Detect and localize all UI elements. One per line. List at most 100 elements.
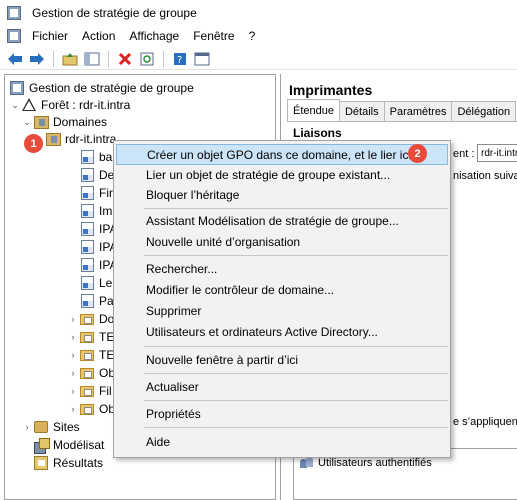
menu-item-modeling-wizard[interactable]: Assistant Modélisation de stratégie de g… bbox=[116, 210, 448, 231]
gpo-link-icon bbox=[79, 293, 95, 309]
menu-item-link-existing-gpo[interactable]: Lier un objet de stratégie de groupe exi… bbox=[116, 164, 448, 185]
tree-item-ou[interactable]: › TE bbox=[67, 328, 115, 346]
tree-item-gpo-link[interactable]: ba bbox=[79, 148, 112, 166]
menu-separator bbox=[144, 208, 448, 209]
chevron-right-icon[interactable]: › bbox=[21, 422, 33, 432]
tree-item-gpo-link[interactable]: De bbox=[79, 166, 114, 184]
tab-divider bbox=[287, 121, 517, 122]
ou-folder-icon bbox=[79, 329, 95, 345]
menu-item-aduc[interactable]: Utilisateurs et ordinateurs Active Direc… bbox=[116, 321, 448, 342]
chevron-right-icon[interactable]: › bbox=[67, 368, 79, 378]
gpo-folder-icon bbox=[79, 365, 95, 381]
tree-item-gpo-link[interactable]: Im bbox=[79, 202, 112, 220]
domains-folder-icon bbox=[33, 114, 49, 130]
menu-item-create-gpo[interactable]: Créer un objet GPO dans ce domaine, et l… bbox=[116, 144, 448, 165]
menu-fenetre[interactable]: Fenêtre bbox=[193, 29, 234, 43]
tab-parametres[interactable]: Paramètres bbox=[383, 101, 453, 121]
forward-arrow-icon[interactable] bbox=[28, 50, 46, 68]
tree-node-forest[interactable]: ⌄ Forêt : rdr-it.intra bbox=[9, 96, 130, 114]
location-select[interactable]: rdr-it.intra bbox=[477, 144, 517, 162]
tree-item-gpo-link[interactable]: Fir bbox=[79, 184, 113, 202]
tree-label: ba bbox=[99, 150, 113, 164]
gpo-link-icon bbox=[79, 203, 95, 219]
location-label: ent : bbox=[453, 148, 475, 160]
step-badge-2: 2 bbox=[408, 144, 427, 163]
links-section-title: Liaisons bbox=[293, 126, 342, 140]
menu-item-delete[interactable]: Supprimer bbox=[116, 300, 448, 321]
console-menu-icon[interactable] bbox=[6, 28, 22, 44]
menu-item-change-dc[interactable]: Modifier le contrôleur de domaine... bbox=[116, 279, 448, 300]
menu-action[interactable]: Action bbox=[82, 29, 115, 43]
tree-item-gpo-link[interactable]: IPA bbox=[79, 256, 117, 274]
tree-item-gpo-link[interactable]: IPA bbox=[79, 220, 117, 238]
menu-help[interactable]: ? bbox=[249, 29, 256, 43]
tree-node-modeling[interactable]: Modélisat bbox=[33, 436, 104, 454]
tree-item-gpo-container[interactable]: › Ob bbox=[67, 364, 116, 382]
folder-up-icon[interactable] bbox=[61, 50, 79, 68]
gpo-link-icon bbox=[79, 221, 95, 237]
tree-item-gpo-link[interactable]: Pa bbox=[79, 292, 114, 310]
tree-item-gpo-link[interactable]: IPA bbox=[79, 238, 117, 256]
tab-delegation[interactable]: Délégation bbox=[451, 101, 517, 121]
tree-item-wmi-filters[interactable]: › Fil bbox=[67, 382, 112, 400]
gpm-icon bbox=[9, 80, 25, 96]
list-item[interactable]: Utilisateurs authentifiés bbox=[300, 457, 432, 469]
back-arrow-icon[interactable] bbox=[6, 50, 24, 68]
details-tabs: Étendue Détails Paramètres Délégation bbox=[287, 99, 517, 121]
tab-etendue[interactable]: Étendue bbox=[287, 99, 340, 121]
toolbar: ? bbox=[0, 48, 517, 70]
menu-separator bbox=[144, 400, 448, 401]
help-icon[interactable]: ? bbox=[171, 50, 189, 68]
chevron-right-icon[interactable]: › bbox=[67, 350, 79, 360]
tree-label: Fir bbox=[99, 186, 113, 200]
tree-label: Résultats bbox=[53, 456, 104, 470]
chevron-right-icon[interactable]: › bbox=[67, 386, 79, 396]
menu-affichage[interactable]: Affichage bbox=[129, 29, 179, 43]
delete-icon[interactable] bbox=[116, 50, 134, 68]
tree-node-sites[interactable]: › Sites bbox=[21, 418, 80, 436]
menu-item-help[interactable]: Aide bbox=[116, 431, 448, 452]
menu-item-new-ou[interactable]: Nouvelle unité d’organisation bbox=[116, 231, 448, 252]
tree-node-domains[interactable]: ⌄ Domaines bbox=[21, 113, 107, 131]
chevron-right-icon[interactable]: › bbox=[67, 404, 79, 414]
show-hide-tree-icon[interactable] bbox=[83, 50, 101, 68]
chevron-down-icon[interactable]: ⌄ bbox=[21, 117, 33, 128]
tree-label: Pa bbox=[99, 294, 114, 308]
menu-item-search[interactable]: Rechercher... bbox=[116, 258, 448, 279]
tree-item-ou[interactable]: › TE bbox=[67, 346, 115, 364]
menu-separator bbox=[144, 255, 448, 256]
tree-label: Forêt : rdr-it.intra bbox=[41, 98, 131, 112]
list-item-label: Utilisateurs authentifiés bbox=[318, 457, 432, 469]
tree-item-ou[interactable]: › Do bbox=[67, 310, 115, 328]
toolbar-separator bbox=[163, 50, 164, 67]
filter-folder-icon bbox=[79, 383, 95, 399]
chevron-right-icon[interactable]: › bbox=[67, 332, 79, 342]
menu-fichier[interactable]: Fichier bbox=[32, 29, 68, 43]
tree-node-root[interactable]: Gestion de stratégie de groupe bbox=[9, 79, 194, 97]
modeling-icon bbox=[33, 437, 50, 454]
tree-node-domain[interactable]: ⌄ rdr-it.intra bbox=[33, 130, 116, 148]
context-menu: Créer un objet GPO dans ce domaine, et l… bbox=[113, 140, 451, 458]
refresh-icon[interactable] bbox=[138, 50, 156, 68]
security-filter-description: e s’appliquent u bbox=[453, 416, 517, 428]
menu-item-block-inheritance[interactable]: Bloquer l’héritage bbox=[116, 184, 448, 205]
console-icon[interactable] bbox=[193, 50, 211, 68]
window-title: Gestion de stratégie de groupe bbox=[32, 6, 197, 20]
results-icon bbox=[33, 455, 49, 471]
menu-item-properties[interactable]: Propriétés bbox=[116, 403, 448, 424]
tree-label: Le bbox=[99, 276, 113, 290]
menu-item-new-window[interactable]: Nouvelle fenêtre à partir d’ici bbox=[116, 349, 448, 370]
tree-item-gpo-link[interactable]: Le bbox=[79, 274, 112, 292]
ou-folder-icon bbox=[79, 311, 95, 327]
tree-label: Fil bbox=[99, 384, 112, 398]
chevron-right-icon[interactable]: › bbox=[67, 314, 79, 324]
chevron-down-icon[interactable]: ⌄ bbox=[9, 100, 21, 111]
tree-item-starter-gpo[interactable]: › Ob bbox=[67, 400, 116, 418]
users-group-icon bbox=[300, 457, 314, 469]
ou-folder-icon bbox=[79, 347, 95, 363]
tab-details[interactable]: Détails bbox=[338, 101, 385, 121]
menu-item-refresh[interactable]: Actualiser bbox=[116, 376, 448, 397]
tree-node-results[interactable]: Résultats bbox=[33, 454, 103, 472]
gpo-link-icon bbox=[79, 257, 95, 273]
menu-separator bbox=[144, 373, 448, 374]
